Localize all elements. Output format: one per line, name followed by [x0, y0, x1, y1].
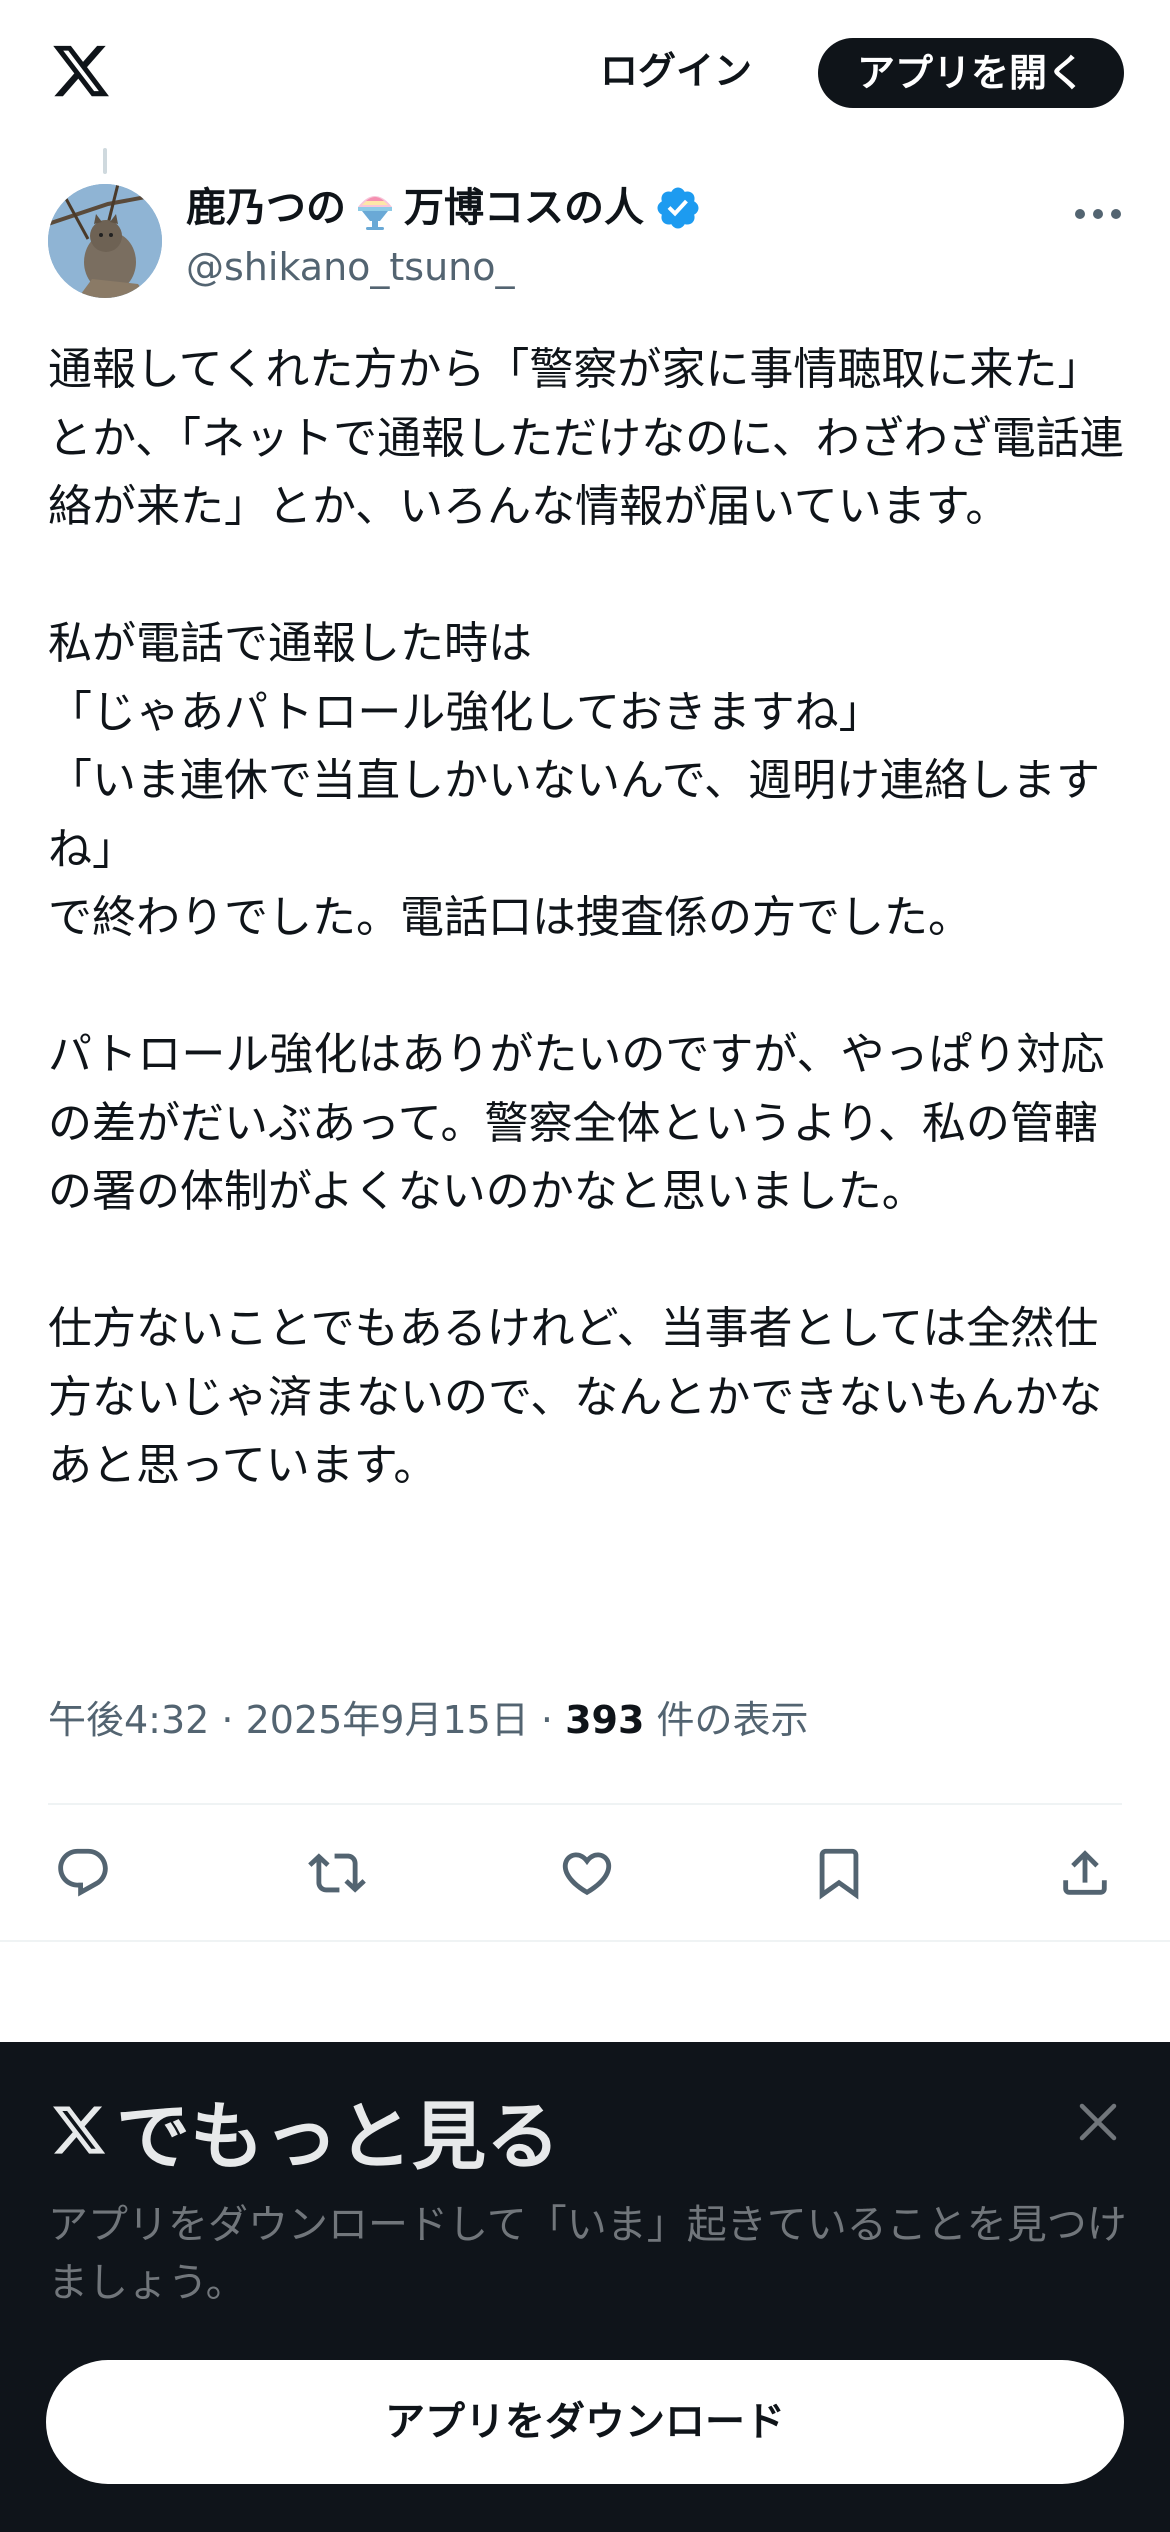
section-border: [0, 1940, 1170, 1942]
avatar-image: [48, 184, 162, 298]
reply-icon: [58, 1848, 108, 1897]
shaved-ice-icon: [358, 196, 392, 230]
author-name-part1: 鹿乃つの: [186, 185, 346, 231]
open-app-button[interactable]: アプリを開く: [818, 38, 1124, 108]
author-name[interactable]: 鹿乃つの 万博コスの人: [186, 180, 702, 236]
download-app-button[interactable]: アプリをダウンロード: [46, 2360, 1124, 2484]
avatar[interactable]: [48, 184, 162, 298]
views-count: 393: [565, 1698, 645, 1742]
tweet-time[interactable]: 午後4:32: [48, 1698, 209, 1742]
divider: [48, 1803, 1122, 1805]
reply-button[interactable]: [48, 1838, 118, 1908]
sheet-title: でもっと見る: [48, 2082, 560, 2180]
retweet-icon: [308, 1853, 366, 1893]
sheet-description: アプリをダウンロードして「いま」起きていることを見つけましょう。: [48, 2202, 1127, 2306]
share-button[interactable]: [1050, 1838, 1120, 1908]
tweet-actions: [48, 1838, 1126, 1908]
retweet-button[interactable]: [302, 1838, 372, 1908]
tweet-meta: 午後4:32 · 2025年9月15日 · 393 件の表示: [48, 1690, 809, 1750]
x-logo-icon[interactable]: [48, 40, 114, 102]
author-name-part2: 万博コスの人: [404, 185, 644, 231]
views-label: 件の表示: [644, 1698, 809, 1742]
close-icon[interactable]: [1070, 2094, 1126, 2150]
thread-line: [103, 148, 107, 174]
more-options-icon[interactable]: [1070, 196, 1126, 232]
bookmark-button[interactable]: [804, 1838, 874, 1908]
x-logo-icon: [53, 2106, 106, 2154]
like-button[interactable]: [552, 1838, 622, 1908]
app-promo-sheet: でもっと見る アプリをダウンロードして「いま」起きていることを見つけましょう。 …: [0, 2042, 1170, 2532]
like-icon: [562, 1852, 612, 1896]
verified-badge-icon: [657, 187, 699, 229]
share-icon: [1063, 1850, 1107, 1895]
login-link[interactable]: ログイン: [600, 40, 752, 102]
tweet-text: 通報してくれた方から「警察が家に事情聴取に来た」とか、「ネットで通報しただけなの…: [48, 344, 1124, 1491]
meta-separator: ·: [528, 1698, 566, 1742]
sheet-title-text: でもっと見る: [116, 2093, 560, 2180]
author-handle[interactable]: @shikano_tsuno_: [186, 240, 515, 294]
tweet-date[interactable]: 2025年9月15日: [246, 1698, 529, 1742]
bookmark-icon: [819, 1848, 859, 1900]
tweet-page: ログイン アプリを開く 鹿乃つの 万博コスの人 @shikano_tsuno_ …: [0, 0, 1170, 2532]
top-bar: ログイン アプリを開く: [0, 0, 1170, 150]
meta-separator: ·: [209, 1698, 246, 1742]
